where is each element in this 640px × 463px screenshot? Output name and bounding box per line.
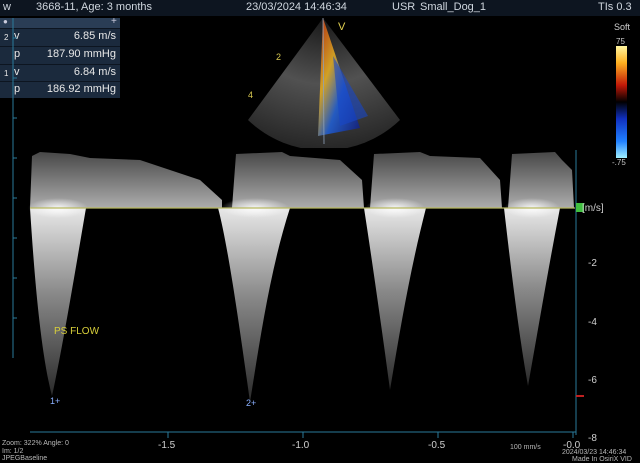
- caliper-marker[interactable]: 1+: [50, 396, 60, 406]
- x-tick-label: -0.5: [428, 440, 446, 451]
- sector-depth-label: 2: [276, 52, 281, 62]
- sweep-speed: 100 mm/s: [510, 444, 541, 451]
- flow-annotation: PS FLOW: [54, 326, 100, 337]
- tis-index: TIs 0.3: [598, 1, 632, 13]
- exam-datetime: 23/03/2024 14:46:34: [246, 1, 347, 13]
- patient-id-age: 3668-11, Age: 3 months: [36, 1, 152, 13]
- add-measurement-icon[interactable]: +: [111, 16, 117, 27]
- color-map-mode: Soft: [614, 22, 631, 32]
- velocity-unit: [m/s]: [582, 203, 604, 214]
- caliper-marker[interactable]: 2+: [246, 398, 256, 408]
- spectral-doppler-trace: [28, 150, 584, 438]
- measurement-value: 6.84 m/s: [73, 66, 116, 78]
- header-prefix: w: [3, 1, 11, 13]
- measurement-row[interactable]: 2 v 6.85 m/s: [0, 28, 120, 46]
- color-scale-top: 75: [616, 37, 625, 46]
- y-tick-label: -6: [588, 375, 597, 386]
- image-index: Im: 1/2: [2, 448, 24, 455]
- color-scale-bar: [616, 46, 627, 158]
- patient-name: Small_Dog_1: [420, 1, 487, 13]
- x-tick-label: -1.5: [158, 440, 176, 451]
- measurement-row[interactable]: p 186.92 mmHg: [0, 81, 120, 99]
- measurement-row[interactable]: 1 v 6.84 m/s: [0, 64, 120, 82]
- measurement-value: 6.85 m/s: [73, 30, 116, 42]
- y-tick-label: -8: [588, 433, 597, 444]
- timestamp-stamp: 2024/03/23 14:46:34: [562, 449, 627, 456]
- measurement-value: 187.90 mmHg: [46, 48, 116, 60]
- color-doppler-sector: V 2 4: [248, 17, 400, 148]
- user-label: USR: [392, 1, 416, 13]
- sector-label-v: V: [338, 21, 346, 33]
- measurement-index: 2: [4, 33, 9, 42]
- measurement-value: 186.92 mmHg: [46, 83, 116, 95]
- sector-depth-label: 4: [248, 90, 253, 100]
- measurement-panel[interactable]: ● + 2 v 6.85 m/s p 187.90 mmHg 1 v 6.84 …: [0, 16, 120, 99]
- measurement-row[interactable]: p 187.90 mmHg: [0, 46, 120, 64]
- y-tick-label: -4: [588, 317, 597, 328]
- header-bar: w 3668-11, Age: 3 months 23/03/2024 14:4…: [0, 0, 640, 16]
- measurement-panel-header: ● +: [0, 16, 120, 28]
- y-tick-label: -2: [588, 258, 597, 269]
- zoom-angle-info: Zoom: 322% Angle: 0: [2, 440, 69, 447]
- codec-info: JPEGBaseline: [2, 455, 48, 462]
- x-tick-label: -1.0: [292, 440, 310, 451]
- osirix-credit: Made In OsiriX VID: [572, 456, 632, 463]
- measurement-index: 1: [4, 69, 9, 78]
- collapse-icon[interactable]: ●: [3, 17, 8, 26]
